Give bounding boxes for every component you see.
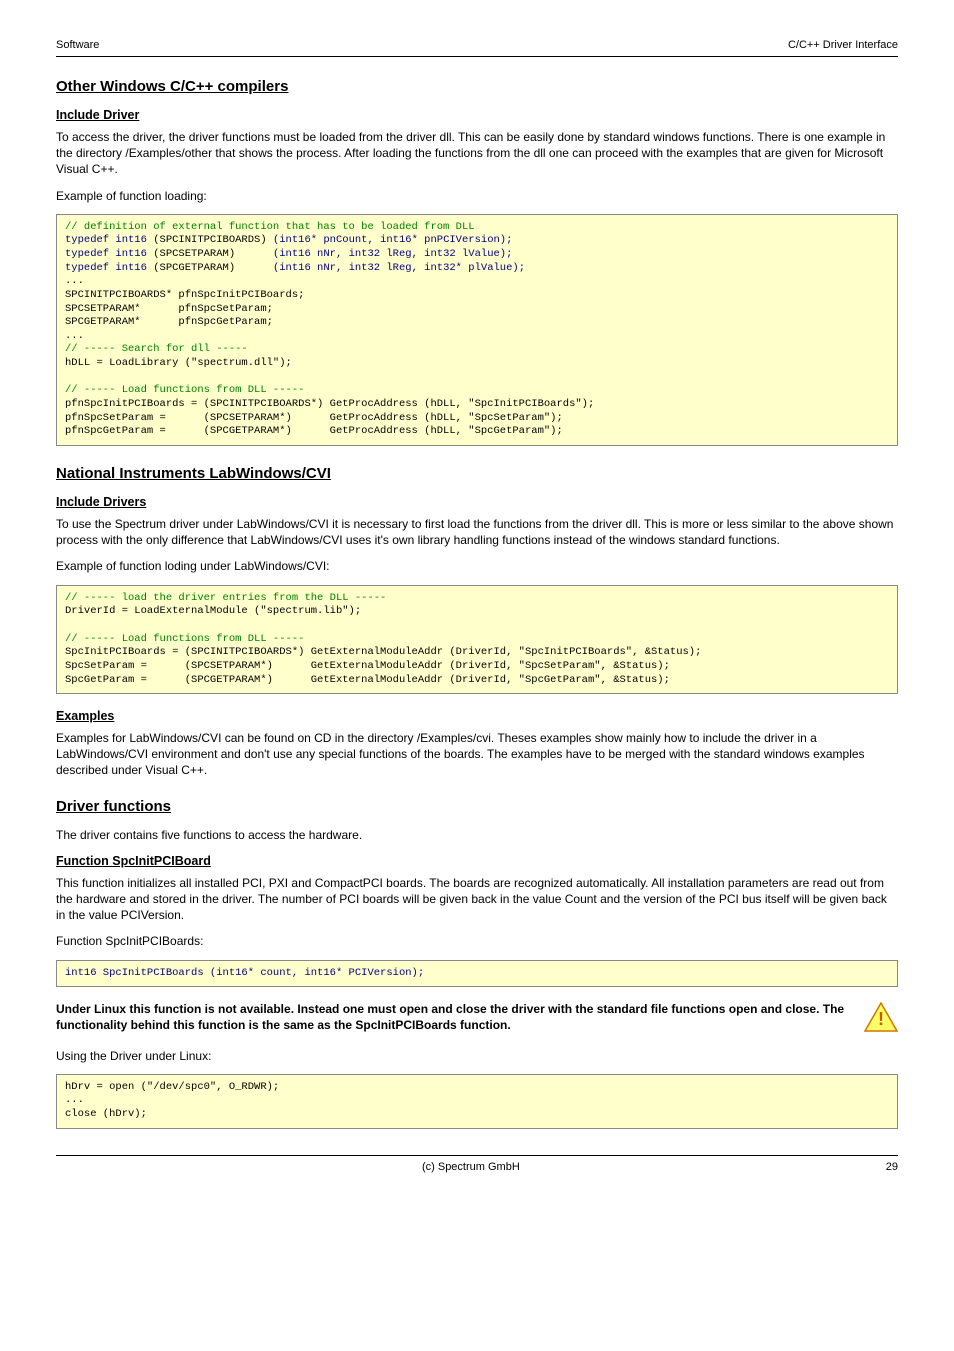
body-text: To use the Spectrum driver under LabWind… xyxy=(56,516,898,548)
body-text: The driver contains five functions to ac… xyxy=(56,827,898,843)
subsection-examples: Examples xyxy=(56,708,898,725)
page-footer: (c) Spectrum GmbH 29 xyxy=(56,1155,898,1175)
subsection-include-driver: Include Driver xyxy=(56,107,898,124)
page-number: 29 xyxy=(886,1160,898,1175)
code-block-prototype: int16 SpcInitPCIBoards (int16* count, in… xyxy=(56,960,898,988)
section-other-compilers: Other Windows C/C++ compilers xyxy=(56,77,898,97)
header-left: Software xyxy=(56,38,99,53)
body-text: Example of function loading: xyxy=(56,188,898,204)
body-text: To access the driver, the driver functio… xyxy=(56,129,898,178)
section-labwindows: National Instruments LabWindows/CVI xyxy=(56,464,898,484)
subsection-spcinitpciboard: Function SpcInitPCIBoard xyxy=(56,853,898,870)
body-text: Example of function loding under LabWind… xyxy=(56,558,898,574)
body-text: Using the Driver under Linux: xyxy=(56,1048,898,1064)
subsection-include-drivers: Include Drivers xyxy=(56,494,898,511)
footer-center: (c) Spectrum GmbH xyxy=(56,1160,886,1175)
svg-text:!: ! xyxy=(878,1009,884,1029)
body-text: Examples for LabWindows/CVI can be found… xyxy=(56,730,898,779)
code-block-linux: hDrv = open ("/dev/spc0", O_RDWR); ... c… xyxy=(56,1074,898,1129)
header-right: C/C++ Driver Interface xyxy=(788,38,898,53)
body-text: Function SpcInitPCIBoards: xyxy=(56,933,898,949)
warning-icon: ! xyxy=(864,1002,898,1032)
body-text: This function initializes all installed … xyxy=(56,875,898,924)
section-driver-functions: Driver functions xyxy=(56,797,898,817)
code-block-dll-load: // definition of external function that … xyxy=(56,214,898,446)
warning-linux: Under Linux this function is not availab… xyxy=(56,1001,898,1033)
page-header: Software C/C++ Driver Interface xyxy=(56,38,898,57)
code-block-cvi-load: // ----- load the driver entries from th… xyxy=(56,585,898,694)
warning-text: Under Linux this function is not availab… xyxy=(56,1001,856,1033)
